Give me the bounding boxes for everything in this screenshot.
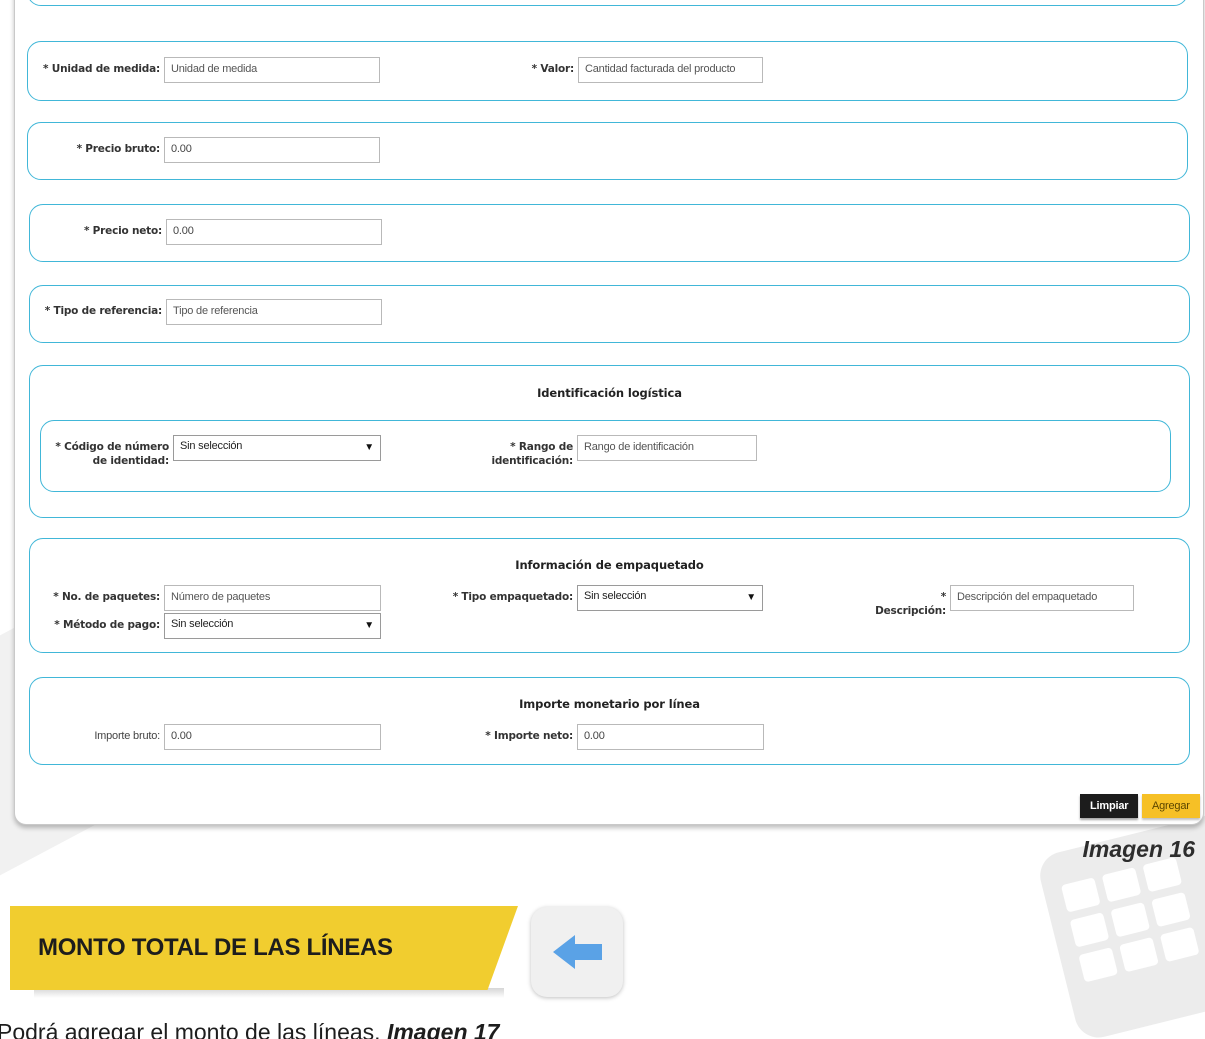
importe-bruto-label: Importe bruto: xyxy=(94,730,160,742)
section-title-empaquetado: Información de empaquetado xyxy=(515,558,704,572)
codigo-identidad-label: * Código de número de identidad: xyxy=(55,441,169,467)
section-identificacion-logistica: Identificación logística * Código de núm… xyxy=(29,365,1190,518)
form-row-precio-neto: * Precio neto: 0.00 xyxy=(29,204,1190,262)
arrow-left-icon xyxy=(553,935,602,969)
precio-neto-label: * Precio neto: xyxy=(83,225,162,237)
metodo-pago-value: Sin selección xyxy=(171,618,234,630)
numero-paquetes-label: * No. de paquetes: xyxy=(53,591,160,603)
section-importe-monetario: Importe monetario por línea Importe brut… xyxy=(29,677,1190,765)
section-title-importe: Importe monetario por línea xyxy=(519,697,700,711)
metodo-pago-label: * Método de pago: xyxy=(54,619,160,631)
footnote-text: Podrá agregar el monto de las líneas. xyxy=(0,1019,381,1039)
form-row-unidad-valor: * Unidad de medida: Unidad de medida * V… xyxy=(27,41,1188,101)
tipo-referencia-label: * Tipo de referencia: xyxy=(44,305,162,317)
precio-bruto-input[interactable]: 0.00 xyxy=(164,137,380,163)
tipo-empaquetado-value: Sin selección xyxy=(584,590,647,602)
unidad-medida-label: * Unidad de medida: xyxy=(43,63,160,75)
precio-bruto-label: * Precio bruto: xyxy=(76,143,161,155)
limpiar-button[interactable]: Limpiar xyxy=(1080,794,1139,818)
form-row-precio-bruto: * Precio bruto: 0.00 xyxy=(27,122,1188,180)
tipo-referencia-input[interactable]: Tipo de referencia xyxy=(166,299,382,325)
valor-input[interactable]: Cantidad facturada del producto xyxy=(578,57,763,83)
banner-title: MONTO TOTAL DE LAS LÍNEAS xyxy=(38,934,393,961)
importe-neto-input[interactable]: 0.00 xyxy=(577,724,764,750)
section-title-logistica: Identificación logística xyxy=(537,386,682,400)
codigo-identidad-select[interactable]: Sin selección ▼ xyxy=(173,435,381,461)
image-caption: Imagen 16 xyxy=(1082,836,1196,862)
rango-identificacion-input[interactable]: Rango de identificación xyxy=(577,435,757,461)
footnote: Podrá agregar el monto de las líneas. Im… xyxy=(0,1019,499,1039)
unidad-medida-input[interactable]: Unidad de medida xyxy=(164,57,380,83)
form-row-tipo-referencia: * Tipo de referencia: Tipo de referencia xyxy=(29,285,1190,343)
form-row-top-clipped xyxy=(27,0,1188,6)
precio-neto-input[interactable]: 0.00 xyxy=(166,219,382,245)
section-banner: MONTO TOTAL DE LAS LÍNEAS xyxy=(10,906,518,998)
tipo-empaquetado-select[interactable]: Sin selección ▼ xyxy=(577,585,763,611)
descripcion-label: * Descripción: xyxy=(875,591,946,617)
importe-bruto-input[interactable]: 0.00 xyxy=(164,724,381,750)
codigo-identidad-value: Sin selección xyxy=(180,440,243,452)
tipo-empaquetado-label: * Tipo empaquetado: xyxy=(452,591,574,603)
agregar-button[interactable]: Agregar xyxy=(1142,794,1200,818)
metodo-pago-select[interactable]: Sin selección ▼ xyxy=(164,613,381,639)
dropdown-caret-icon: ▼ xyxy=(364,442,374,453)
dropdown-caret-icon: ▼ xyxy=(364,620,374,631)
numero-paquetes-input[interactable]: Número de paquetes xyxy=(164,585,381,611)
footnote-image-ref: Imagen 17 xyxy=(386,1019,500,1039)
valor-label: * Valor: xyxy=(531,63,575,75)
section-informacion-empaquetado: Información de empaquetado * No. de paqu… xyxy=(29,538,1190,653)
importe-neto-label: * Importe neto: xyxy=(485,730,573,742)
back-arrow-button[interactable] xyxy=(531,907,623,997)
descripcion-input[interactable]: Descripción del empaquetado xyxy=(950,585,1134,611)
logistica-inner-box: * Código de número de identidad: Sin sel… xyxy=(40,420,1171,492)
dropdown-caret-icon: ▼ xyxy=(746,592,756,603)
product-form-panel: * Unidad de medida: Unidad de medida * V… xyxy=(14,0,1204,825)
rango-identificacion-label: * Rango de identificación: xyxy=(491,441,573,467)
